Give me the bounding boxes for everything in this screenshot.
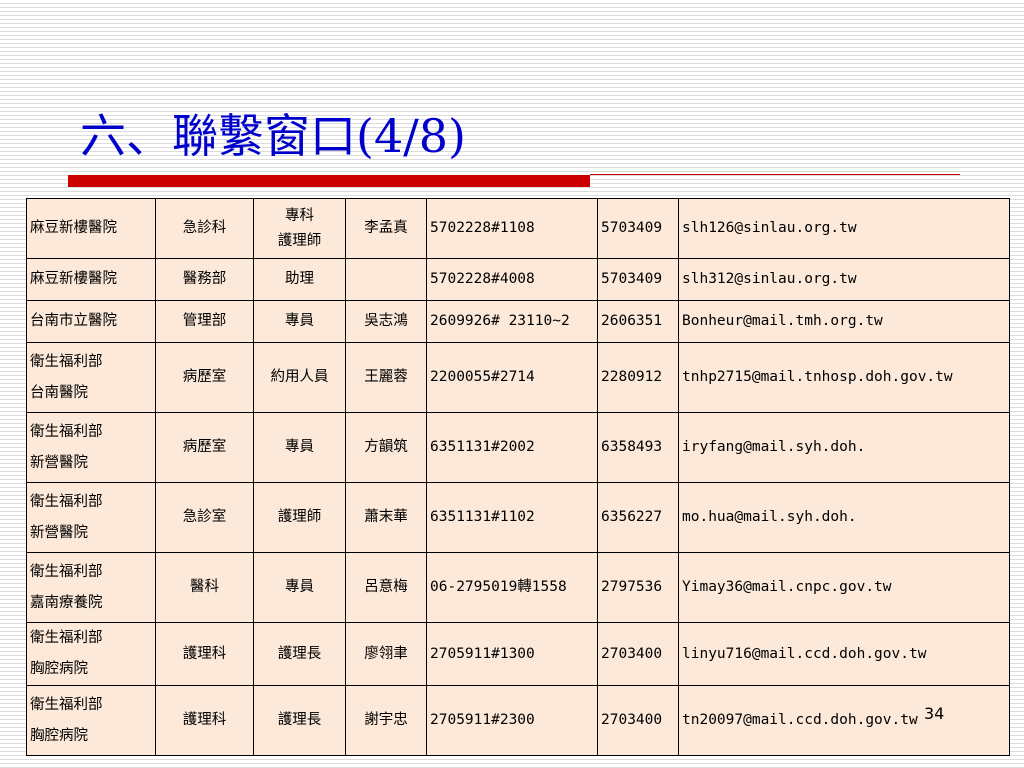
hospital-cell: 衛生福利部 新營醫院 xyxy=(26,412,156,483)
fax-cell: 2703400 xyxy=(597,622,679,686)
email-cell: slh126@sinlau.org.tw xyxy=(678,198,1010,259)
role-cell: 護理長 xyxy=(253,622,346,686)
email-cell: tnhp2715@mail.tnhosp.doh.gov.tw xyxy=(678,342,1010,413)
department-cell: 急診科 xyxy=(155,198,254,259)
slide-title: 六、聯繫窗口(4/8) xyxy=(80,109,466,163)
hospital-cell: 麻豆新樓醫院 xyxy=(26,258,156,301)
fax-cell: 2280912 xyxy=(597,342,679,413)
department-cell: 急診室 xyxy=(155,482,254,553)
email-cell: Bonheur@mail.tmh.org.tw xyxy=(678,300,1010,343)
name-cell: 王麗蓉 xyxy=(345,342,427,413)
fax-cell: 2606351 xyxy=(597,300,679,343)
phone-cell: 2609926# 23110~2 xyxy=(426,300,598,343)
email-cell: iryfang@mail.syh.doh. xyxy=(678,412,1010,483)
table-row: 衛生福利部 新營醫院 病歷室 專員 方韻筑 6351131#2002 63584… xyxy=(26,412,1010,483)
table-row: 衛生福利部 嘉南療養院 醫科 專員 呂意梅 06-2795019轉1558 27… xyxy=(26,552,1010,623)
table-row: 衛生福利部 胸腔病院 護理科 護理長 謝宇忠 2705911#2300 2703… xyxy=(26,685,1010,756)
phone-cell: 6351131#1102 xyxy=(426,482,598,553)
table-row: 衛生福利部 台南醫院 病歷室 約用人員 王麗蓉 2200055#2714 228… xyxy=(26,342,1010,413)
hospital-cell: 衛生福利部 台南醫院 xyxy=(26,342,156,413)
phone-cell: 2200055#2714 xyxy=(426,342,598,413)
fax-cell: 2797536 xyxy=(597,552,679,623)
email-cell: Yimay36@mail.cnpc.gov.tw xyxy=(678,552,1010,623)
department-cell: 病歷室 xyxy=(155,412,254,483)
fax-cell: 6356227 xyxy=(597,482,679,553)
name-cell: 方韻筑 xyxy=(345,412,427,483)
phone-cell: 6351131#2002 xyxy=(426,412,598,483)
department-cell: 醫務部 xyxy=(155,258,254,301)
role-cell: 專員 xyxy=(253,552,346,623)
department-cell: 護理科 xyxy=(155,622,254,686)
phone-cell: 06-2795019轉1558 xyxy=(426,552,598,623)
role-cell: 助理 xyxy=(253,258,346,301)
phone-cell: 2705911#1300 xyxy=(426,622,598,686)
table-row: 衛生福利部 新營醫院 急診室 護理師 蕭末華 6351131#1102 6356… xyxy=(26,482,1010,553)
hospital-cell: 衛生福利部 新營醫院 xyxy=(26,482,156,553)
role-cell: 專員 xyxy=(253,300,346,343)
phone-cell: 5702228#1108 xyxy=(426,198,598,259)
name-cell: 吳志鴻 xyxy=(345,300,427,343)
hospital-cell: 台南市立醫院 xyxy=(26,300,156,343)
table-row: 麻豆新樓醫院 急診科 專科 護理師 李孟真 5702228#1108 57034… xyxy=(26,198,1010,259)
email-cell: slh312@sinlau.org.tw xyxy=(678,258,1010,301)
fax-cell: 2703400 xyxy=(597,685,679,756)
contacts-table: 麻豆新樓醫院 急診科 專科 護理師 李孟真 5702228#1108 57034… xyxy=(26,198,1010,756)
contacts-table-body: 麻豆新樓醫院 急診科 專科 護理師 李孟真 5702228#1108 57034… xyxy=(26,198,1010,756)
hospital-cell: 衛生福利部 嘉南療養院 xyxy=(26,552,156,623)
title-underline-bar xyxy=(68,175,590,187)
name-cell: 呂意梅 xyxy=(345,552,427,623)
department-cell: 護理科 xyxy=(155,685,254,756)
department-cell: 病歷室 xyxy=(155,342,254,413)
phone-cell: 2705911#2300 xyxy=(426,685,598,756)
table-row: 台南市立醫院 管理部 專員 吳志鴻 2609926# 23110~2 26063… xyxy=(26,300,1010,343)
role-cell: 專員 xyxy=(253,412,346,483)
name-cell: 廖翎聿 xyxy=(345,622,427,686)
name-cell: 李孟真 xyxy=(345,198,427,259)
table-row: 麻豆新樓醫院 醫務部 助理 5702228#4008 5703409 slh31… xyxy=(26,258,1010,301)
department-cell: 醫科 xyxy=(155,552,254,623)
hospital-cell: 衛生福利部 胸腔病院 xyxy=(26,685,156,756)
role-cell: 專科 護理師 xyxy=(253,198,346,259)
department-cell: 管理部 xyxy=(155,300,254,343)
role-cell: 護理長 xyxy=(253,685,346,756)
title-underline-rule xyxy=(590,174,960,175)
hospital-cell: 麻豆新樓醫院 xyxy=(26,198,156,259)
hospital-cell: 衛生福利部 胸腔病院 xyxy=(26,622,156,686)
email-cell: linyu716@mail.ccd.doh.gov.tw xyxy=(678,622,1010,686)
role-cell: 約用人員 xyxy=(253,342,346,413)
name-cell: 蕭末華 xyxy=(345,482,427,553)
name-cell: 謝宇忠 xyxy=(345,685,427,756)
name-cell xyxy=(345,258,427,301)
page-number: 34 xyxy=(924,704,945,723)
table-row: 衛生福利部 胸腔病院 護理科 護理長 廖翎聿 2705911#1300 2703… xyxy=(26,622,1010,686)
fax-cell: 5703409 xyxy=(597,198,679,259)
fax-cell: 5703409 xyxy=(597,258,679,301)
email-cell: tn20097@mail.ccd.doh.gov.tw xyxy=(678,685,1010,756)
email-cell: mo.hua@mail.syh.doh. xyxy=(678,482,1010,553)
phone-cell: 5702228#4008 xyxy=(426,258,598,301)
fax-cell: 6358493 xyxy=(597,412,679,483)
role-cell: 護理師 xyxy=(253,482,346,553)
